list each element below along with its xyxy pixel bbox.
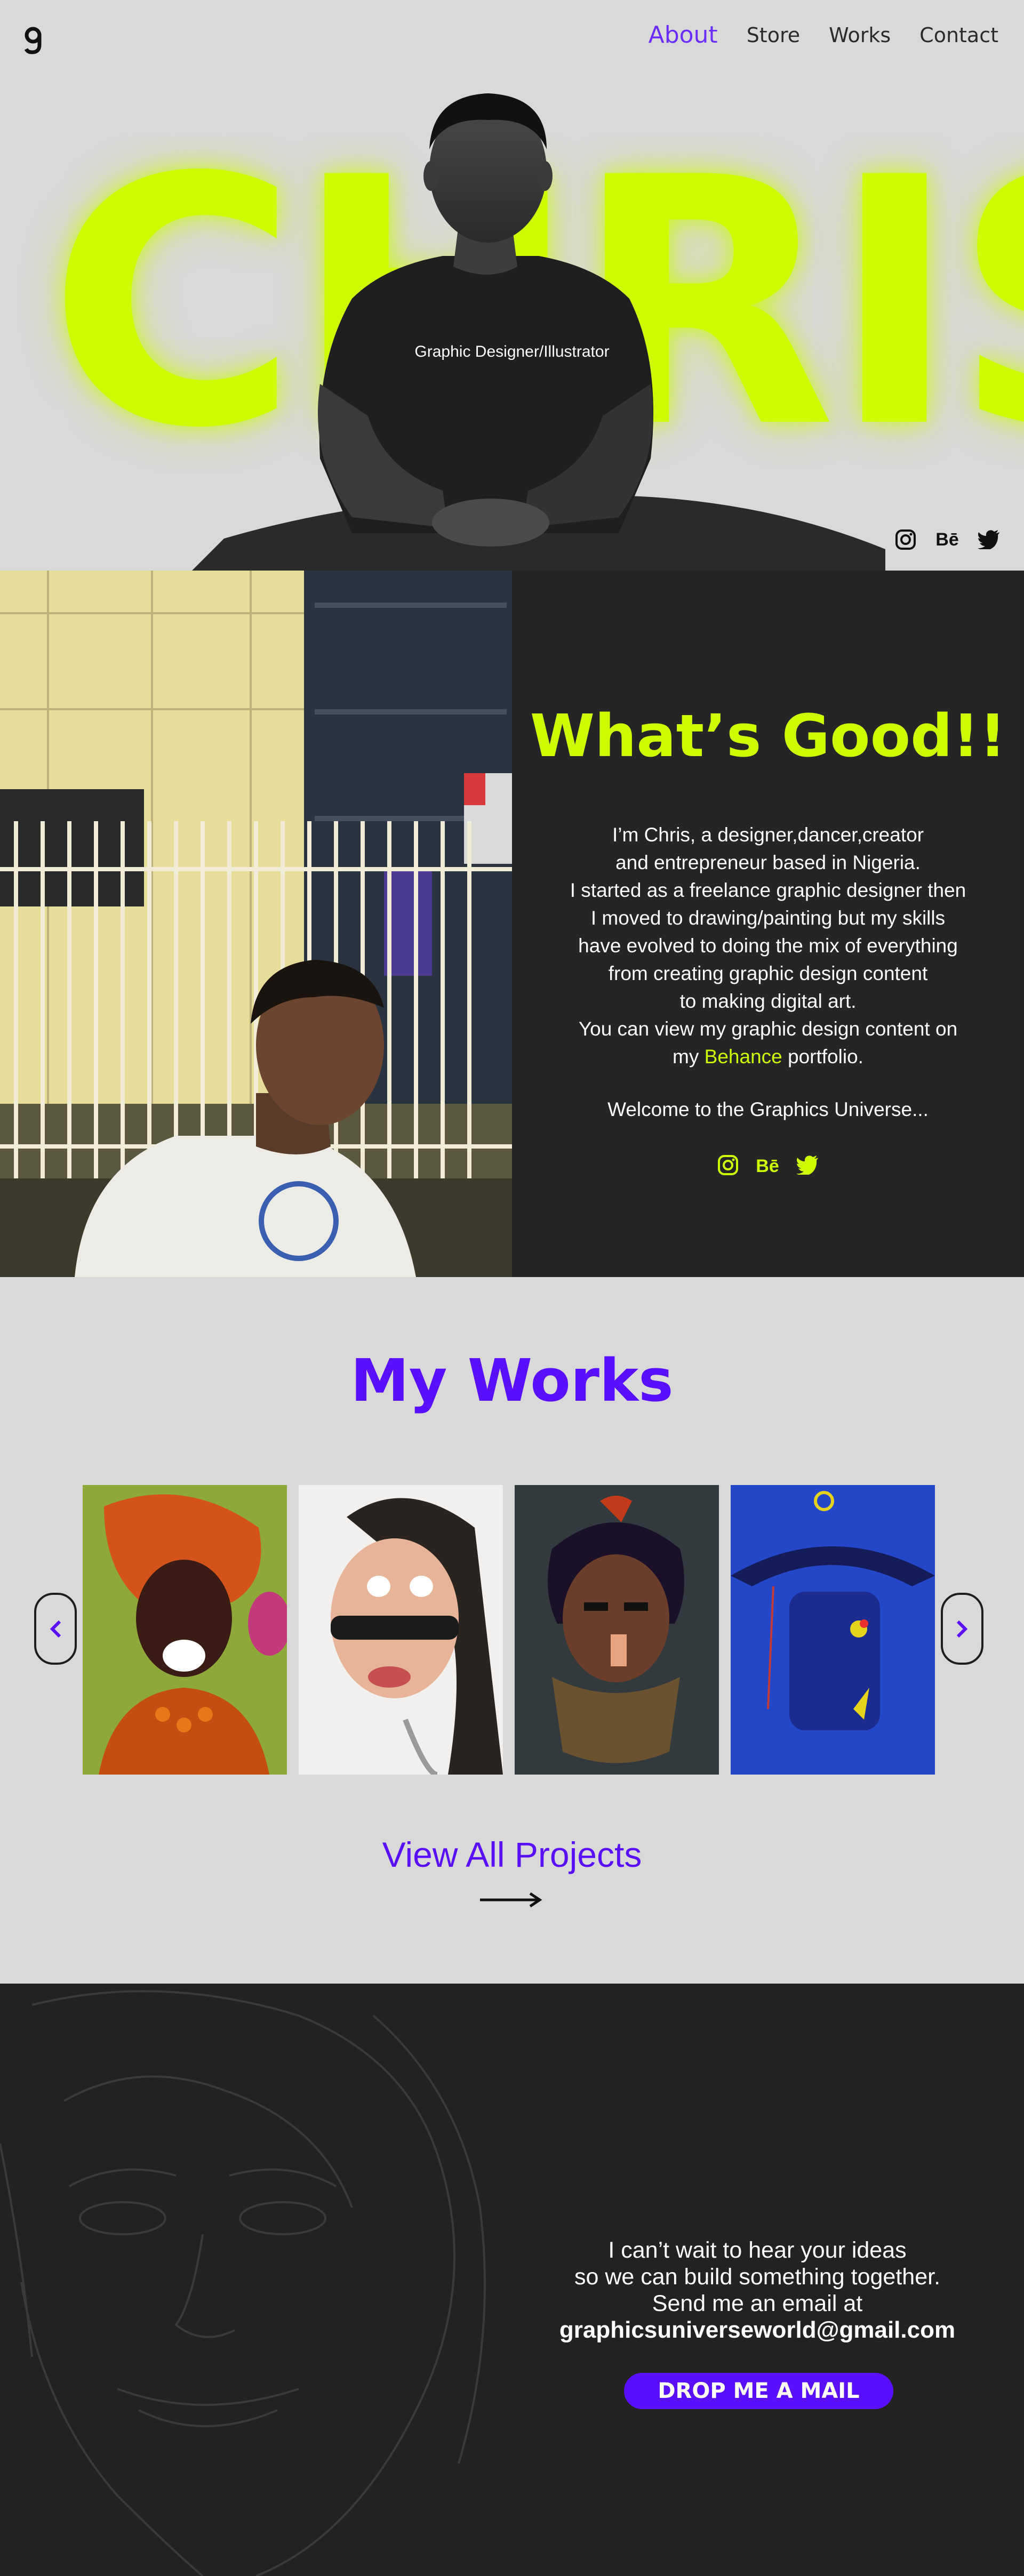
behance-icon[interactable]: Bē <box>935 528 959 551</box>
works-title: My Works <box>350 1346 674 1415</box>
about-line-prefix: my <box>673 1046 705 1068</box>
work-card[interactable] <box>731 1485 935 1775</box>
nav-menu: About Store Works Contact <box>649 21 998 49</box>
about-line: to making digital art. <box>679 990 857 1012</box>
nav-item-works[interactable]: Works <box>829 23 891 47</box>
about-line-suffix: portfolio. <box>782 1046 863 1068</box>
drop-mail-button[interactable]: DROP ME A MAIL <box>624 2373 893 2409</box>
welcome-text: Welcome to the Graphics Universe... <box>607 1098 929 1120</box>
contact-section: I can’t wait to hear your ideas so we ca… <box>0 1984 1024 2576</box>
works-section: My Works View All Projects <box>0 1277 1024 1984</box>
carousel-prev-button[interactable] <box>34 1593 77 1665</box>
chevron-right-icon <box>956 1620 968 1638</box>
about-line: my Behance portfolio. <box>512 1043 1024 1071</box>
top-nav: About Store Works Contact <box>0 0 1024 75</box>
carousel-next-button[interactable] <box>941 1593 983 1665</box>
about-line: from creating graphic design content <box>608 962 928 984</box>
about-line: have evolved to doing the mix of everyth… <box>578 935 958 957</box>
contact-line: so we can build something together. <box>574 2264 941 2290</box>
work-card[interactable] <box>515 1485 719 1775</box>
works-carousel <box>83 1485 935 1775</box>
contact-message: I can’t wait to hear your ideas so we ca… <box>501 2237 1013 2344</box>
about-section: What’s Good!! I’m Chris, a designer,danc… <box>0 571 1024 1277</box>
view-all-projects-link[interactable]: View All Projects <box>0 1834 1024 1875</box>
arrow-right-icon[interactable] <box>479 1892 543 1908</box>
hero-social-links: Bē <box>894 528 1001 551</box>
work-card[interactable] <box>83 1485 287 1775</box>
instagram-icon[interactable] <box>717 1154 739 1178</box>
work-card[interactable] <box>299 1485 503 1775</box>
instagram-icon[interactable] <box>894 528 917 551</box>
about-line: I’m Chris, a designer,dancer,creator <box>612 824 924 846</box>
about-photo <box>0 571 512 1277</box>
hero-portrait <box>192 93 885 571</box>
about-panel: What’s Good!! I’m Chris, a designer,danc… <box>512 571 1024 1277</box>
page: CHRIS <box>0 0 1024 2576</box>
about-line: I moved to drawing/painting but my skill… <box>590 907 946 929</box>
about-bio: I’m Chris, a designer,dancer,creator and… <box>512 821 1024 1071</box>
about-line: I started as a freelance graphic designe… <box>570 879 966 901</box>
hero-role: Graphic Designer/Illustrator <box>414 343 610 360</box>
about-line: and entrepreneur based in Nigeria. <box>615 852 921 873</box>
about-line: You can view my graphic design content o… <box>578 1018 958 1040</box>
about-title: What’s Good!! <box>530 702 1006 770</box>
nav-item-contact[interactable]: Contact <box>919 23 998 47</box>
nav-item-store[interactable]: Store <box>747 23 800 47</box>
chevron-left-icon <box>50 1620 61 1638</box>
sketch-portrait-background <box>0 1990 486 2576</box>
contact-line: I can’t wait to hear your ideas <box>608 2237 907 2263</box>
behance-link[interactable]: Behance <box>705 1046 782 1068</box>
nav-item-about[interactable]: About <box>649 21 718 49</box>
contact-line: Send me an email at <box>652 2291 863 2316</box>
behance-icon[interactable]: Bē <box>756 1156 779 1177</box>
logo-icon[interactable] <box>23 23 43 54</box>
hero-section: CHRIS <box>0 0 1024 571</box>
contact-email[interactable]: graphicsuniverseworld@gmail.com <box>501 2317 1013 2344</box>
about-social-links: Bē <box>512 1154 1024 1178</box>
twitter-icon[interactable] <box>796 1155 819 1177</box>
twitter-icon[interactable] <box>977 528 1001 551</box>
